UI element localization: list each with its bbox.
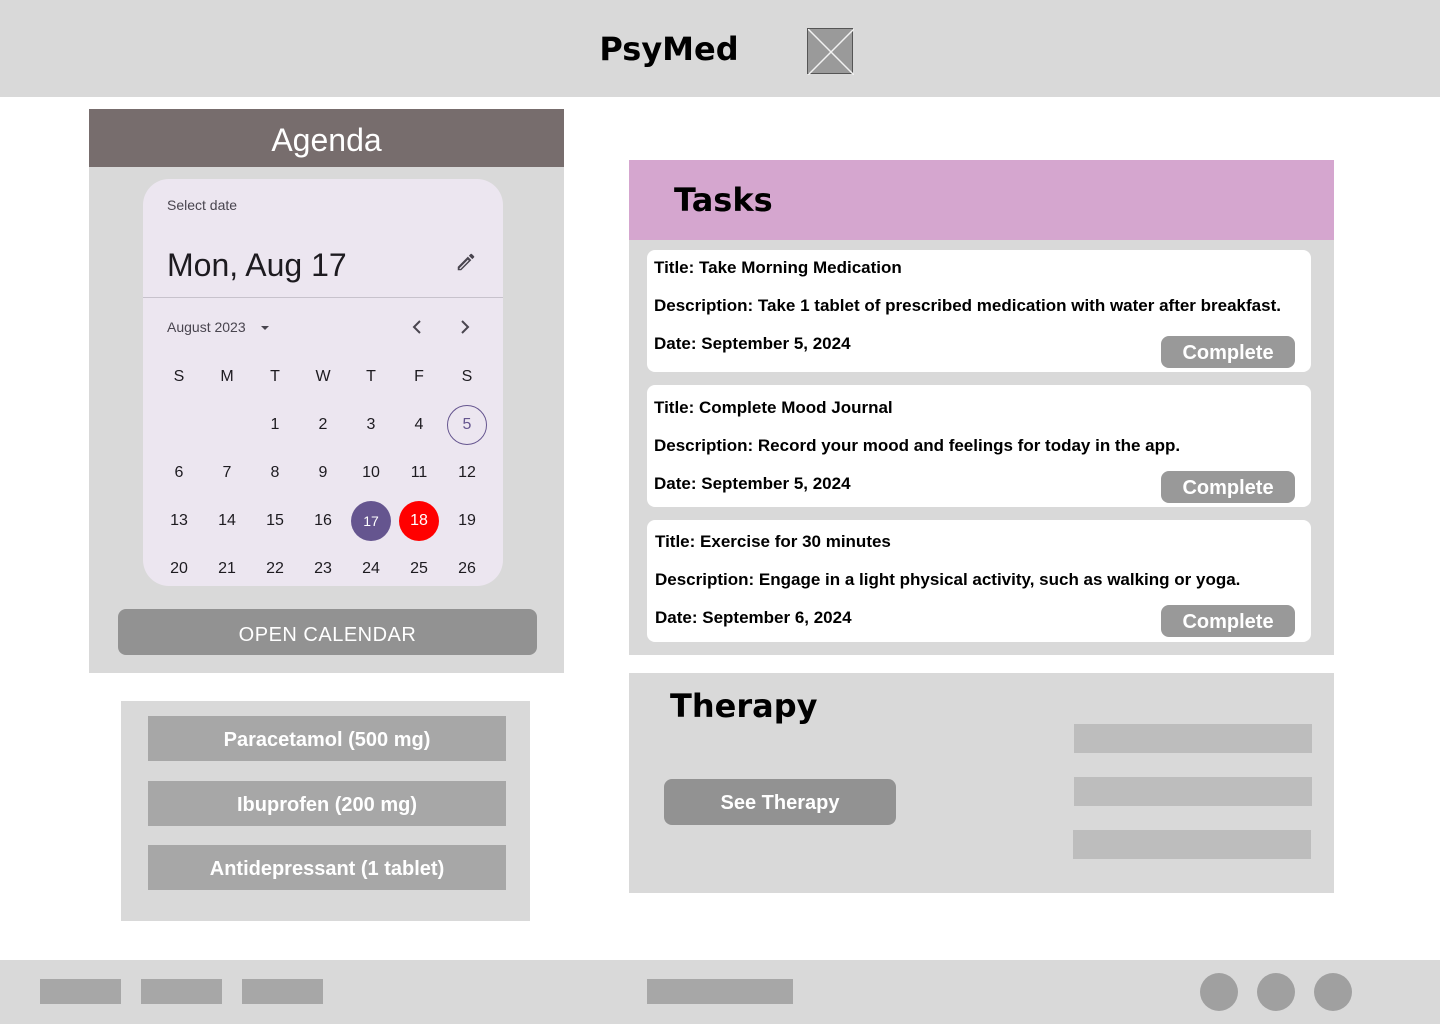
placeholder-bar bbox=[1074, 777, 1312, 806]
date-picker-divider bbox=[143, 297, 503, 298]
agenda-title: Agenda bbox=[89, 109, 564, 167]
chevron-left-icon[interactable] bbox=[405, 315, 429, 339]
calendar-day[interactable]: 21 bbox=[207, 549, 247, 586]
task-date: Date: September 5, 2024 bbox=[654, 474, 851, 493]
tasks-title: Tasks bbox=[674, 181, 773, 219]
complete-button[interactable]: Complete bbox=[1161, 336, 1295, 368]
medication-button[interactable]: Ibuprofen (200 mg) bbox=[148, 781, 506, 826]
app-title: PsyMed bbox=[599, 30, 739, 68]
tasks-panel: Tasks Title: Take Morning Medication Des… bbox=[629, 160, 1334, 655]
medication-button[interactable]: Antidepressant (1 tablet) bbox=[148, 845, 506, 890]
app-header: PsyMed bbox=[0, 0, 1440, 97]
complete-button[interactable]: Complete bbox=[1161, 471, 1295, 503]
footer-circle-button[interactable] bbox=[1200, 973, 1238, 1011]
weekday-label: W bbox=[315, 368, 331, 385]
date-picker-headline: Mon, Aug 17 bbox=[167, 247, 347, 283]
caret-down-icon[interactable] bbox=[259, 321, 271, 333]
see-therapy-button[interactable]: See Therapy bbox=[664, 779, 896, 825]
calendar-day[interactable]: 8 bbox=[255, 453, 295, 493]
placeholder-bar bbox=[1074, 724, 1312, 753]
calendar-day[interactable]: 4 bbox=[399, 405, 439, 445]
weekday-label: S bbox=[173, 368, 185, 385]
calendar-day[interactable]: 16 bbox=[303, 501, 343, 541]
date-picker: Select date Mon, Aug 17 August 2023 S M T W… bbox=[143, 179, 503, 586]
calendar-day[interactable]: 15 bbox=[255, 501, 295, 541]
calendar-day[interactable]: 25 bbox=[399, 549, 439, 586]
open-calendar-button[interactable]: OPEN CALENDAR bbox=[118, 609, 537, 655]
weekday-label: T bbox=[366, 368, 376, 385]
calendar-day[interactable]: 18 bbox=[399, 501, 439, 541]
calendar-day[interactable]: 2 bbox=[303, 405, 343, 445]
medication-button[interactable]: Paracetamol (500 mg) bbox=[148, 716, 506, 761]
placeholder-bar bbox=[1073, 830, 1311, 859]
chevron-right-icon[interactable] bbox=[453, 315, 477, 339]
task-card: Title: Complete Mood Journal Description… bbox=[647, 385, 1311, 507]
agenda-panel: Agenda Select date Mon, Aug 17 August 20… bbox=[89, 109, 564, 673]
weekday-label: M bbox=[220, 368, 234, 385]
calendar-day[interactable]: 14 bbox=[207, 501, 247, 541]
footer-center-item[interactable] bbox=[647, 979, 793, 1004]
calendar-day[interactable]: 3 bbox=[351, 405, 391, 445]
calendar-day[interactable]: 24 bbox=[351, 549, 391, 586]
medications-panel: Paracetamol (500 mg) Ibuprofen (200 mg) … bbox=[121, 701, 530, 921]
calendar-day[interactable]: 19 bbox=[447, 501, 487, 541]
tasks-header: Tasks bbox=[629, 160, 1334, 240]
calendar-day[interactable]: 12 bbox=[447, 453, 487, 493]
calendar-day[interactable]: 5 bbox=[447, 405, 487, 445]
weekday-label: T bbox=[270, 368, 280, 385]
footer-circle-button[interactable] bbox=[1257, 973, 1295, 1011]
calendar-day[interactable]: 1 bbox=[255, 405, 295, 445]
task-description: Description: Take 1 tablet of prescribed… bbox=[654, 296, 1281, 315]
task-title: Title: Exercise for 30 minutes bbox=[655, 532, 891, 551]
task-card: Title: Take Morning Medication Descripti… bbox=[647, 250, 1311, 372]
footer-nav-item[interactable] bbox=[141, 979, 222, 1004]
calendar-day[interactable]: 13 bbox=[159, 501, 199, 541]
weekday-label: F bbox=[414, 368, 424, 385]
footer-nav-item[interactable] bbox=[242, 979, 323, 1004]
calendar-day[interactable]: 23 bbox=[303, 549, 343, 586]
footer-circle-button[interactable] bbox=[1314, 973, 1352, 1011]
month-year-selector[interactable]: August 2023 bbox=[167, 319, 246, 335]
app-footer bbox=[0, 960, 1440, 1024]
therapy-panel: Therapy See Therapy bbox=[629, 673, 1334, 893]
footer-nav-item[interactable] bbox=[40, 979, 121, 1004]
image-placeholder-icon bbox=[807, 28, 855, 76]
task-card: Title: Exercise for 30 minutes Descripti… bbox=[647, 520, 1311, 642]
calendar-day[interactable]: 10 bbox=[351, 453, 391, 493]
task-title: Title: Take Morning Medication bbox=[654, 258, 902, 277]
edit-pencil-icon[interactable] bbox=[455, 251, 477, 273]
calendar-day[interactable]: 11 bbox=[399, 453, 439, 493]
therapy-title: Therapy bbox=[670, 687, 818, 725]
calendar-day[interactable]: 26 bbox=[447, 549, 487, 586]
task-date: Date: September 5, 2024 bbox=[654, 334, 851, 353]
calendar-day[interactable]: 9 bbox=[303, 453, 343, 493]
date-picker-supporting-text: Select date bbox=[167, 197, 238, 213]
task-description: Description: Record your mood and feelin… bbox=[654, 436, 1181, 455]
calendar-day[interactable]: 17 bbox=[351, 501, 391, 541]
calendar-day[interactable]: 20 bbox=[159, 549, 199, 586]
calendar-day[interactable]: 6 bbox=[159, 453, 199, 493]
calendar-day[interactable]: 7 bbox=[207, 453, 247, 493]
complete-button[interactable]: Complete bbox=[1161, 605, 1295, 637]
weekday-label: S bbox=[461, 368, 473, 385]
task-title: Title: Complete Mood Journal bbox=[654, 398, 893, 417]
task-description: Description: Engage in a light physical … bbox=[655, 570, 1241, 589]
task-date: Date: September 6, 2024 bbox=[655, 608, 852, 627]
calendar-day[interactable]: 22 bbox=[255, 549, 295, 586]
